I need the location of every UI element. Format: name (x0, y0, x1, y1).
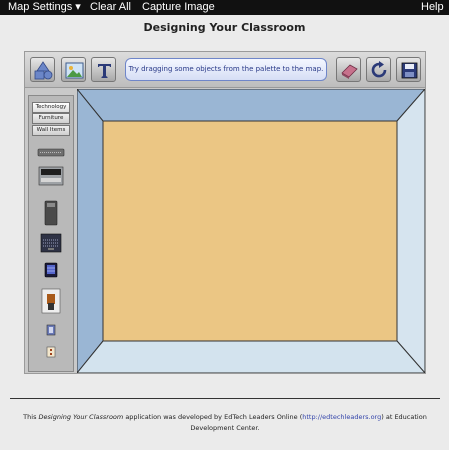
keyboard-icon[interactable] (37, 148, 65, 158)
category-wall-items-tab[interactable]: Wall Items (32, 125, 70, 136)
save-button[interactable] (396, 57, 421, 82)
classroom-floor[interactable] (102, 120, 398, 342)
page-title: Designing Your Classroom (143, 21, 306, 34)
wall-right (396, 89, 425, 373)
computer-tower-icon[interactable] (43, 200, 59, 226)
footer-app-name: Designing Your Classroom (38, 413, 124, 421)
tablet-icon[interactable] (44, 262, 58, 278)
wall-left (77, 89, 104, 373)
text-icon (98, 64, 111, 78)
clear-all-menu[interactable]: Clear All (90, 0, 131, 15)
category-furniture-tab[interactable]: Furniture (32, 113, 70, 124)
laptop-icon[interactable] (40, 232, 62, 254)
rotate-button[interactable] (366, 57, 391, 82)
shapes-button[interactable] (30, 57, 55, 82)
save-icon (401, 62, 418, 79)
object-palette: Technology Furniture Wall Items (28, 95, 74, 372)
category-technology-tab[interactable]: Technology (32, 102, 70, 113)
document-camera-icon[interactable] (41, 288, 61, 314)
toolbar: Try dragging some objects from the palet… (25, 52, 425, 88)
capture-image-menu[interactable]: Capture Image (142, 0, 215, 15)
rotate-icon (371, 61, 387, 78)
menu-bar: Map Settings ▾ Clear All Capture Image H… (0, 0, 449, 15)
hint-message: Try dragging some objects from the palet… (125, 58, 327, 81)
map-settings-menu[interactable]: Map Settings ▾ (8, 0, 81, 15)
footer: This Designing Your Classroom applicatio… (14, 412, 436, 434)
footer-prefix: This (23, 413, 39, 421)
wall-outlet-icon[interactable] (46, 324, 56, 336)
image-button[interactable] (61, 57, 86, 82)
eraser-button[interactable] (336, 57, 361, 82)
eraser-icon (341, 64, 358, 79)
wall-top (77, 89, 425, 122)
footer-divider (10, 398, 440, 399)
classroom-map-canvas[interactable] (77, 89, 425, 373)
edtechleaders-link[interactable]: http://edtechleaders.org (302, 413, 381, 421)
projector-icon[interactable] (37, 164, 65, 188)
network-jack-icon[interactable] (46, 346, 56, 358)
footer-middle: application was developed by EdTech Lead… (123, 413, 303, 421)
shapes-icon (34, 61, 53, 80)
text-button[interactable] (91, 57, 116, 82)
help-menu[interactable]: Help (421, 0, 444, 15)
wall-bottom (77, 340, 425, 373)
classroom-app: Try dragging some objects from the palet… (24, 51, 426, 374)
image-icon (65, 62, 84, 79)
